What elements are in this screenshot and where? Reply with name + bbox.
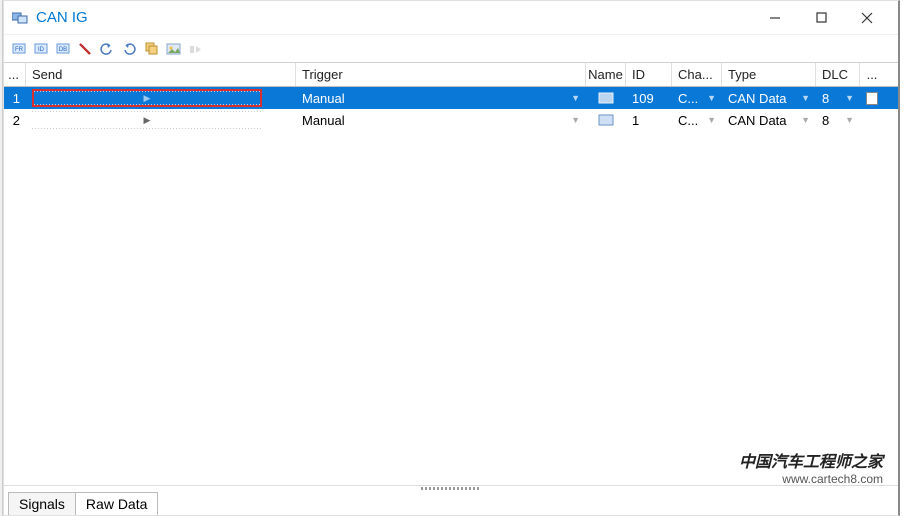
- id-cell[interactable]: 109: [626, 87, 672, 109]
- delete-icon[interactable]: [76, 40, 94, 58]
- header-type[interactable]: Type: [722, 63, 816, 86]
- header-name[interactable]: Name: [586, 63, 626, 86]
- header-dlc[interactable]: DLC: [816, 63, 860, 86]
- play-icon: ▶: [144, 115, 151, 126]
- window-title: CAN IG: [36, 9, 88, 26]
- table-row[interactable]: 2 ▶ Manual▼ 1 C...▼ CAN Data▼ 8▼: [4, 109, 898, 131]
- svg-text:DB: DB: [59, 47, 67, 53]
- type-value: CAN Data: [728, 113, 787, 128]
- app-icon: [12, 10, 30, 26]
- checkbox-cell[interactable]: [860, 87, 884, 109]
- type-cell[interactable]: CAN Data ▼: [722, 87, 816, 109]
- header-send[interactable]: Send: [26, 63, 296, 86]
- name-cell[interactable]: [586, 109, 626, 131]
- header-id[interactable]: ID: [626, 63, 672, 86]
- grip-icon: [421, 487, 481, 490]
- app-window: CAN IG FR ID DB ... Send Trigger Name ID…: [3, 0, 900, 516]
- row-number: 2: [4, 109, 26, 131]
- window-left-edge: [0, 0, 3, 516]
- channel-cell[interactable]: C... ▼: [672, 109, 722, 131]
- svg-text:ID: ID: [38, 47, 45, 53]
- chevron-down-icon: ▼: [567, 93, 580, 103]
- frame-icon: [598, 92, 614, 104]
- header-last[interactable]: ...: [860, 63, 884, 86]
- add-id-icon[interactable]: ID: [32, 40, 50, 58]
- chevron-down-icon: ▼: [797, 115, 810, 125]
- checkbox[interactable]: [866, 92, 878, 105]
- window-controls: [752, 3, 890, 33]
- close-button[interactable]: [844, 3, 890, 33]
- copy-icon[interactable]: [142, 40, 160, 58]
- channel-cell[interactable]: C... ▼: [672, 87, 722, 109]
- add-frame-icon[interactable]: FR: [10, 40, 28, 58]
- chevron-down-icon: ▼: [567, 115, 580, 125]
- table-row[interactable]: 1 ▶ Manual▼ 109 C...▼ CAN Data▼ 8▼: [4, 87, 898, 109]
- name-cell[interactable]: [586, 87, 626, 109]
- frame-icon: [598, 114, 614, 126]
- row-number: 1: [4, 87, 26, 109]
- image-icon[interactable]: [164, 40, 182, 58]
- chevron-down-icon: ▼: [797, 93, 810, 103]
- titlebar: CAN IG: [4, 1, 898, 35]
- checkbox-cell[interactable]: [860, 109, 884, 131]
- redo-icon[interactable]: [120, 40, 138, 58]
- minimize-button[interactable]: [752, 3, 798, 33]
- undo-icon[interactable]: [98, 40, 116, 58]
- maximize-button[interactable]: [798, 3, 844, 33]
- header-trigger[interactable]: Trigger: [296, 63, 586, 86]
- bottom-tabs: Signals Raw Data: [4, 491, 898, 515]
- header-more[interactable]: ...: [4, 63, 26, 86]
- chevron-down-icon: ▼: [841, 93, 854, 103]
- trigger-value: Manual: [302, 91, 345, 106]
- dlc-value: 8: [822, 113, 829, 128]
- channel-value: C...: [678, 113, 698, 128]
- dlc-value: 8: [822, 91, 829, 106]
- add-db-icon[interactable]: DB: [54, 40, 72, 58]
- trigger-cell[interactable]: Manual ▼: [296, 87, 586, 109]
- trigger-value: Manual: [302, 113, 345, 128]
- grid-header: ... Send Trigger Name ID Cha... Type DLC…: [4, 63, 898, 87]
- tab-signals[interactable]: Signals: [8, 492, 76, 515]
- trigger-cell[interactable]: Manual ▼: [296, 109, 586, 131]
- play-icon: ▶: [144, 93, 151, 104]
- tab-raw-data[interactable]: Raw Data: [75, 492, 158, 515]
- dlc-cell[interactable]: 8▼: [816, 87, 860, 109]
- toolbar: FR ID DB: [4, 35, 898, 63]
- id-cell[interactable]: 1: [626, 109, 672, 131]
- chevron-down-icon: ▼: [703, 93, 716, 103]
- dlc-cell[interactable]: 8▼: [816, 109, 860, 131]
- channel-value: C...: [678, 91, 698, 106]
- step-icon[interactable]: [186, 40, 204, 58]
- type-cell[interactable]: CAN Data ▼: [722, 109, 816, 131]
- send-cell[interactable]: ▶: [26, 109, 296, 131]
- chevron-down-icon: ▼: [703, 115, 716, 125]
- header-channel[interactable]: Cha...: [672, 63, 722, 86]
- chevron-down-icon: ▼: [841, 115, 854, 125]
- data-grid: 1 ▶ Manual▼ 109 C...▼ CAN Data▼ 8▼ 2 ▶ M…: [4, 87, 898, 485]
- type-value: CAN Data: [728, 91, 787, 106]
- svg-text:FR: FR: [15, 47, 24, 53]
- send-cell[interactable]: ▶: [26, 87, 296, 109]
